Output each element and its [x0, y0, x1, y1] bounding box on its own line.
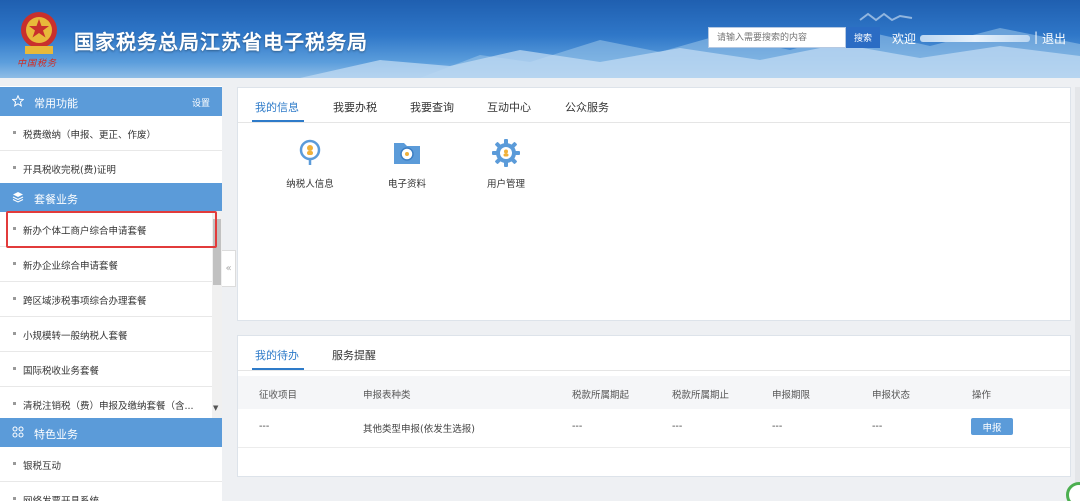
- function-label: 用户管理: [486, 179, 525, 190]
- bullet-icon: [13, 462, 16, 465]
- taxpayer-info-icon: [295, 138, 325, 168]
- tax-emblem-icon: [21, 12, 57, 54]
- sidebar-item-label: 网络发票开具系统: [23, 493, 99, 501]
- row-divider: [238, 447, 1070, 448]
- sidebar-item-online-invoice[interactable]: 网络发票开具系统: [0, 482, 222, 501]
- section-title: 特色业务: [34, 428, 78, 441]
- bullet-icon: [13, 297, 16, 300]
- scroll-down-arrow-icon[interactable]: ▼: [213, 404, 218, 412]
- sidebar-item-label: 国际税收业务套餐: [23, 366, 100, 377]
- active-tab-indicator: [252, 120, 304, 122]
- sidebar-item-international-tax[interactable]: 国际税收业务套餐: [0, 352, 212, 387]
- sidebar-item-deregistration[interactable]: 清税注销税（费）申报及缴纳套餐（含...: [0, 387, 212, 422]
- sidebar: 常用功能 设置 税费缴纳（申报、更正、作废） 开具税收完税(费)证明 套餐业务 …: [0, 86, 222, 501]
- column-header: 操作: [972, 390, 992, 401]
- info-tabs: 我的信息 我要办税 我要查询 互动中心 公众服务: [238, 88, 1070, 123]
- bullet-icon: [13, 131, 16, 134]
- sidebar-collapse-toggle[interactable]: «: [222, 250, 236, 287]
- info-panel: 我的信息 我要办税 我要查询 互动中心 公众服务 纳税人信息 电子资料 用户管理: [237, 87, 1071, 321]
- function-label: 纳税人信息: [286, 179, 334, 190]
- sidebar-item-small-scale-conversion[interactable]: 小规模转一般纳税人套餐: [0, 317, 212, 352]
- bullet-icon: [13, 332, 16, 335]
- settings-link[interactable]: 设置: [192, 96, 210, 109]
- sidebar-item-label: 清税注销税（费）申报及缴纳套餐（含...: [23, 401, 194, 412]
- sidebar-item-label: 银税互动: [23, 461, 62, 472]
- grid-icon: [12, 426, 24, 438]
- active-tab-indicator: [252, 368, 304, 370]
- column-header: 税款所属期起: [572, 390, 630, 401]
- sidebar-section-common[interactable]: 常用功能 设置: [0, 87, 222, 116]
- bullet-icon: [13, 497, 16, 500]
- layers-icon: [12, 192, 24, 203]
- bullet-icon: [13, 367, 16, 370]
- column-header: 税款所属期止: [672, 390, 730, 401]
- table-cell: ---: [772, 421, 783, 432]
- sidebar-item-tax-payment[interactable]: 税费缴纳（申报、更正、作废）: [0, 116, 222, 151]
- column-header: 征收项目: [259, 390, 298, 401]
- function-label: 电子资料: [387, 179, 426, 190]
- welcome-text: 欢迎: [892, 32, 917, 46]
- search-input[interactable]: [708, 27, 846, 48]
- sidebar-item-label: 跨区域涉税事项综合办理套餐: [23, 296, 147, 307]
- site-header: 中国税务 国家税务总局江苏省电子税务局 搜索 欢迎 | 退出: [0, 0, 1080, 78]
- sidebar-section-special[interactable]: 特色业务: [0, 418, 222, 447]
- sidebar-item-label: 开具税收完税(费)证明: [23, 165, 116, 176]
- e-document-shortcut[interactable]: 电子资料: [379, 138, 435, 190]
- section-title: 常用功能: [34, 97, 78, 110]
- username-display: [920, 35, 1030, 42]
- logout-link[interactable]: 退出: [1042, 30, 1066, 47]
- sidebar-item-label: 税费缴纳（申报、更正、作废）: [23, 130, 157, 141]
- e-document-icon: [392, 138, 422, 168]
- tab-my-todo[interactable]: 我的待办: [255, 347, 299, 363]
- tab-public-service[interactable]: 公众服务: [565, 99, 609, 115]
- todo-panel: 我的待办 服务提醒 征收项目 申报表种类 税款所属期起 税款所属期止 申报期限 …: [237, 335, 1071, 477]
- tab-service-reminder[interactable]: 服务提醒: [332, 347, 376, 363]
- tab-my-info[interactable]: 我的信息: [255, 99, 299, 115]
- floating-assistant-icon[interactable]: [1066, 482, 1080, 501]
- bullet-icon: [13, 262, 16, 265]
- user-management-shortcut[interactable]: 用户管理: [478, 138, 534, 190]
- sidebar-section-package[interactable]: 套餐业务: [0, 183, 222, 212]
- sidebar-item-new-enterprise[interactable]: 新办企业综合申请套餐: [0, 247, 212, 282]
- search-button[interactable]: 搜索: [846, 27, 880, 48]
- bullet-icon: [13, 166, 16, 169]
- column-header: 申报表种类: [363, 390, 411, 401]
- todo-table-header: 征收项目 申报表种类 税款所属期起 税款所属期止 申报期限 申报状态 操作: [238, 376, 1070, 409]
- header-separator: |: [1034, 30, 1039, 44]
- page-scrollbar[interactable]: [1075, 87, 1080, 501]
- star-icon: [12, 95, 24, 107]
- table-cell: ---: [672, 421, 683, 432]
- section-title: 套餐业务: [34, 193, 78, 206]
- column-header: 申报状态: [872, 390, 911, 401]
- sidebar-item-label: 小规模转一般纳税人套餐: [23, 331, 128, 342]
- site-title: 国家税务总局江苏省电子税务局: [74, 30, 368, 54]
- sidebar-item-tax-certificate[interactable]: 开具税收完税(费)证明: [0, 151, 222, 186]
- table-cell: ---: [572, 421, 583, 432]
- sidebar-item-cross-region[interactable]: 跨区域涉税事项综合办理套餐: [0, 282, 212, 317]
- highlight-box: [6, 211, 217, 248]
- table-cell: ---: [259, 421, 270, 432]
- slogan-text: 中国税务: [17, 59, 58, 69]
- tab-do-tax[interactable]: 我要办税: [333, 99, 377, 115]
- column-header: 申报期限: [772, 390, 811, 401]
- tab-interaction[interactable]: 互动中心: [487, 99, 531, 115]
- table-cell: 其他类型申报(依发生选报): [363, 424, 475, 435]
- tab-query[interactable]: 我要查询: [410, 99, 454, 115]
- declare-button[interactable]: 申报: [971, 418, 1013, 435]
- table-cell: ---: [872, 421, 883, 432]
- todo-tabs: 我的待办 服务提醒: [238, 336, 1070, 371]
- sidebar-item-bank-tax[interactable]: 银税互动: [0, 447, 222, 482]
- sidebar-item-label: 新办企业综合申请套餐: [23, 261, 119, 272]
- bullet-icon: [13, 402, 16, 405]
- taxpayer-info-shortcut[interactable]: 纳税人信息: [282, 138, 338, 190]
- user-management-icon: [491, 138, 521, 168]
